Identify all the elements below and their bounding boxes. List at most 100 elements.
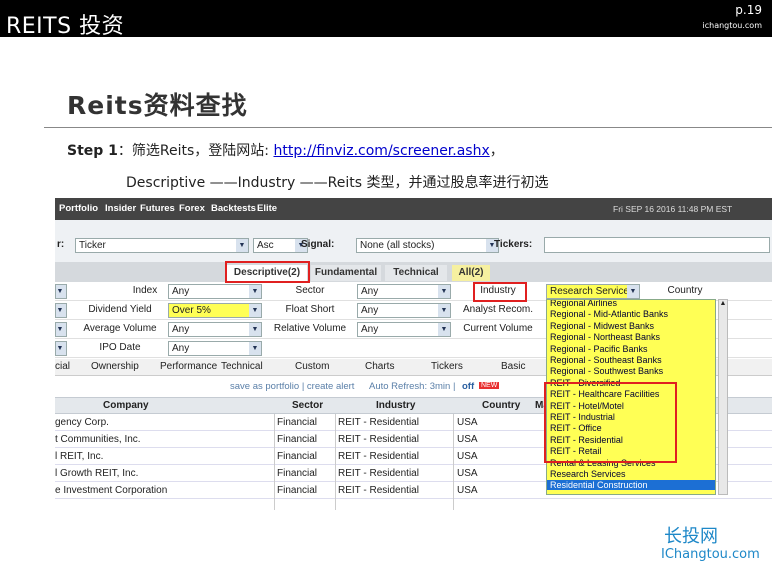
view-tab-ownership[interactable]: Ownership: [91, 361, 139, 372]
cell-sector: Financial: [277, 451, 318, 462]
industry-option[interactable]: Regional - Midwest Banks: [550, 321, 654, 331]
order-direction-select[interactable]: Asc ▼: [253, 238, 308, 253]
industry-option[interactable]: Regional - Pacific Banks: [550, 344, 648, 354]
nav-futures[interactable]: Futures: [140, 203, 175, 214]
save-portfolio-link[interactable]: save as portfolio | create alert: [230, 381, 354, 392]
cell-country: USA: [457, 451, 478, 462]
cell-company: l Growth REIT, Inc.: [55, 468, 139, 479]
sector-select[interactable]: Any ▼: [357, 284, 451, 299]
col-sector[interactable]: Sector: [292, 400, 323, 411]
slide-header-bar: REITS 投资 p.19 ichangtou.com: [0, 0, 772, 37]
auto-refresh-label: Auto Refresh: 3min |: [369, 381, 456, 392]
nav-forex[interactable]: Forex: [179, 203, 205, 214]
market-date: Fri SEP 16 2016 11:48 PM EST: [613, 204, 733, 214]
index-value: Any: [172, 286, 190, 297]
industry-option[interactable]: Residential Construction: [547, 480, 715, 491]
nav-elite[interactable]: Elite: [257, 203, 277, 214]
cell-country: USA: [457, 468, 478, 479]
col-company[interactable]: Company: [103, 400, 149, 411]
column-divider: [453, 414, 454, 510]
finviz-link[interactable]: http://finviz.com/screener.ashx: [273, 143, 489, 159]
finviz-nav-bar: Portfolio Insider Futures Forex Backtest…: [55, 198, 772, 220]
filter-tab-row: Descriptive(2) Fundamental Technical All…: [55, 262, 772, 282]
filter-label-average-volume: Average Volume: [83, 323, 157, 334]
watermark-site: IChangtou.com: [661, 547, 760, 562]
industry-option[interactable]: Research Services: [550, 469, 626, 479]
order-row: r: Ticker ▼ Asc ▼ Signal: None (all stocks…: [55, 220, 772, 262]
tickers-input[interactable]: [544, 237, 770, 253]
view-tab-basic[interactable]: Basic: [501, 361, 525, 372]
industry-option[interactable]: Regional - Mid-Atlantic Banks: [550, 309, 668, 319]
left-clipped-select[interactable]: ▼: [55, 322, 67, 337]
cell-industry: REIT - Residential: [338, 468, 419, 479]
view-tab-financial[interactable]: cial: [55, 361, 70, 372]
chevron-down-icon: ▼: [56, 323, 66, 336]
ipo-date-select[interactable]: Any ▼: [168, 341, 262, 356]
industry-option[interactable]: Regional - Southwest Banks: [550, 366, 663, 376]
signal-select[interactable]: None (all stocks) ▼: [356, 238, 499, 253]
cell-company: gency Corp.: [55, 417, 109, 428]
relative-volume-select[interactable]: Any ▼: [357, 322, 451, 337]
header-site: ichangtou.com: [702, 21, 762, 30]
nav-portfolio[interactable]: Portfolio: [59, 203, 98, 214]
chevron-down-icon: ▼: [56, 342, 66, 355]
chevron-up-icon: ▲: [719, 300, 727, 307]
chevron-down-icon: ▼: [438, 285, 450, 298]
cell-country: USA: [457, 434, 478, 445]
step1-line: Step 1：筛选Reits，登陆网站: http://finviz.com/s…: [67, 140, 504, 160]
chevron-down-icon: ▼: [236, 239, 248, 252]
slide-brand: REITS 投资: [6, 14, 125, 37]
cell-sector: Financial: [277, 434, 318, 445]
nav-backtests[interactable]: Backtests: [211, 203, 256, 214]
industry-option[interactable]: Regional Airlines: [550, 300, 617, 308]
average-volume-select[interactable]: Any ▼: [168, 322, 262, 337]
col-industry[interactable]: Industry: [376, 400, 415, 411]
tab-all[interactable]: All(2): [452, 265, 490, 281]
index-select[interactable]: Any ▼: [168, 284, 262, 299]
column-divider: [335, 414, 336, 510]
industry-option[interactable]: Regional - Southeast Banks: [550, 355, 662, 365]
tab-fundamental[interactable]: Fundamental: [311, 265, 381, 281]
average-volume-value: Any: [172, 324, 190, 335]
float-short-select[interactable]: Any ▼: [357, 303, 451, 318]
view-tab-technical[interactable]: Technical: [221, 361, 263, 372]
view-tab-tickers[interactable]: Tickers: [431, 361, 463, 372]
cell-country: USA: [457, 485, 478, 496]
cell-sector: Financial: [277, 485, 318, 496]
cell-industry: REIT - Residential: [338, 451, 419, 462]
view-tab-performance[interactable]: Performance: [160, 361, 217, 372]
auto-refresh-off[interactable]: off: [462, 381, 474, 392]
new-badge: NEW: [479, 382, 500, 389]
nav-insider[interactable]: Insider: [105, 203, 136, 214]
float-short-value: Any: [361, 305, 379, 316]
cell-country: USA: [457, 417, 478, 428]
order-select[interactable]: Ticker ▼: [75, 238, 249, 253]
title-divider: [44, 127, 772, 128]
dropdown-scrollbar[interactable]: ▲: [718, 299, 728, 495]
chevron-down-icon: ▼: [249, 323, 261, 336]
view-tab-custom[interactable]: Custom: [295, 361, 329, 372]
tab-technical[interactable]: Technical: [385, 265, 447, 281]
watermark-logo: 长投网: [664, 526, 718, 547]
order-prefix: r:: [57, 239, 65, 250]
chevron-down-icon: ▼: [627, 285, 639, 298]
view-tab-charts[interactable]: Charts: [365, 361, 394, 372]
filter-label-analyst-recom: Analyst Recom.: [462, 304, 534, 315]
signal-label: Signal:: [301, 239, 335, 250]
cell-industry: REIT - Residential: [338, 434, 419, 445]
cell-company: l REIT, Inc.: [55, 451, 104, 462]
filter-label-relative-volume: Relative Volume: [273, 323, 347, 334]
col-country[interactable]: Country: [482, 400, 520, 411]
ipo-date-value: Any: [172, 343, 190, 354]
dividend-yield-select[interactable]: Over 5% ▼: [168, 303, 262, 318]
cell-industry: REIT - Residential: [338, 485, 419, 496]
chevron-down-icon: ▼: [56, 285, 66, 298]
filter-label-country: Country: [667, 285, 703, 296]
left-clipped-select[interactable]: ▼: [55, 284, 67, 299]
industry-option[interactable]: Regional - Northeast Banks: [550, 332, 660, 342]
left-clipped-select[interactable]: ▼: [55, 303, 67, 318]
industry-label-highlight: [473, 282, 527, 302]
chevron-down-icon: ▼: [249, 304, 261, 317]
industry-select[interactable]: Research Services ▼: [546, 284, 640, 299]
left-clipped-select[interactable]: ▼: [55, 341, 67, 356]
